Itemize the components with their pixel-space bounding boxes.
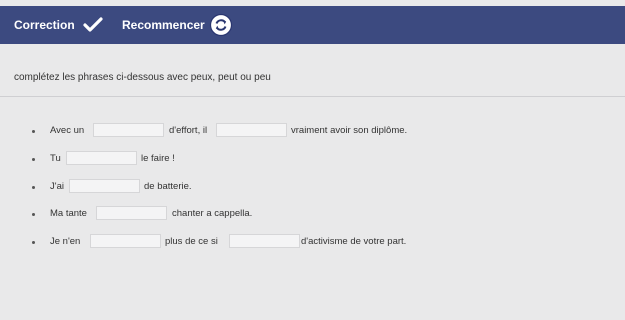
toolbar: Correction Recommencer <box>0 6 625 44</box>
sentence-text: plus de ce si <box>165 236 218 247</box>
sentence-text: Avec un <box>50 125 85 136</box>
bullet <box>32 186 35 189</box>
answer-input[interactable] <box>69 179 140 193</box>
sentence-text: Ma tante <box>50 208 87 219</box>
sentence-item: Avec un d'effort, il vraiment avoir son … <box>0 122 625 142</box>
instructions-text: complétez les phrases ci-dessous avec pe… <box>14 72 271 83</box>
answer-input[interactable] <box>66 151 137 165</box>
sentence-item: Tu le faire ! <box>0 150 625 170</box>
sentence-text: chanter a cappella. <box>172 208 253 219</box>
sentence-text: d'effort, il <box>169 125 208 136</box>
sentence-text: Je n'en <box>50 236 81 247</box>
correction-button[interactable]: Correction <box>14 6 103 44</box>
answer-input[interactable] <box>216 123 287 137</box>
sentence-item: Je n'en plus de ce si d'activisme de vot… <box>0 233 625 253</box>
bullet <box>32 213 35 216</box>
sentence-text: vraiment avoir son diplôme. <box>291 125 408 136</box>
check-icon <box>83 17 103 32</box>
recommencer-button[interactable]: Recommencer <box>122 6 233 44</box>
bullet <box>32 241 35 244</box>
bullet <box>32 158 35 161</box>
answer-input[interactable] <box>90 234 161 248</box>
reload-icon <box>209 13 232 37</box>
answer-input[interactable] <box>229 234 300 248</box>
sentence-text: le faire ! <box>141 153 175 164</box>
sentence-text: J'ai <box>50 181 64 192</box>
answer-input[interactable] <box>96 206 167 220</box>
divider <box>0 96 625 97</box>
sentence-item: J'ai de batterie. <box>0 178 625 198</box>
answer-input[interactable] <box>93 123 164 137</box>
sentence-text: Tu <box>50 153 61 164</box>
correction-label: Correction <box>14 18 75 32</box>
bullet <box>32 130 35 133</box>
sentence-text: de batterie. <box>144 181 192 192</box>
sentence-text: d'activisme de votre part. <box>301 236 407 247</box>
sentence-item: Ma tante chanter a cappella. <box>0 205 625 225</box>
recommencer-label: Recommencer <box>122 18 205 32</box>
